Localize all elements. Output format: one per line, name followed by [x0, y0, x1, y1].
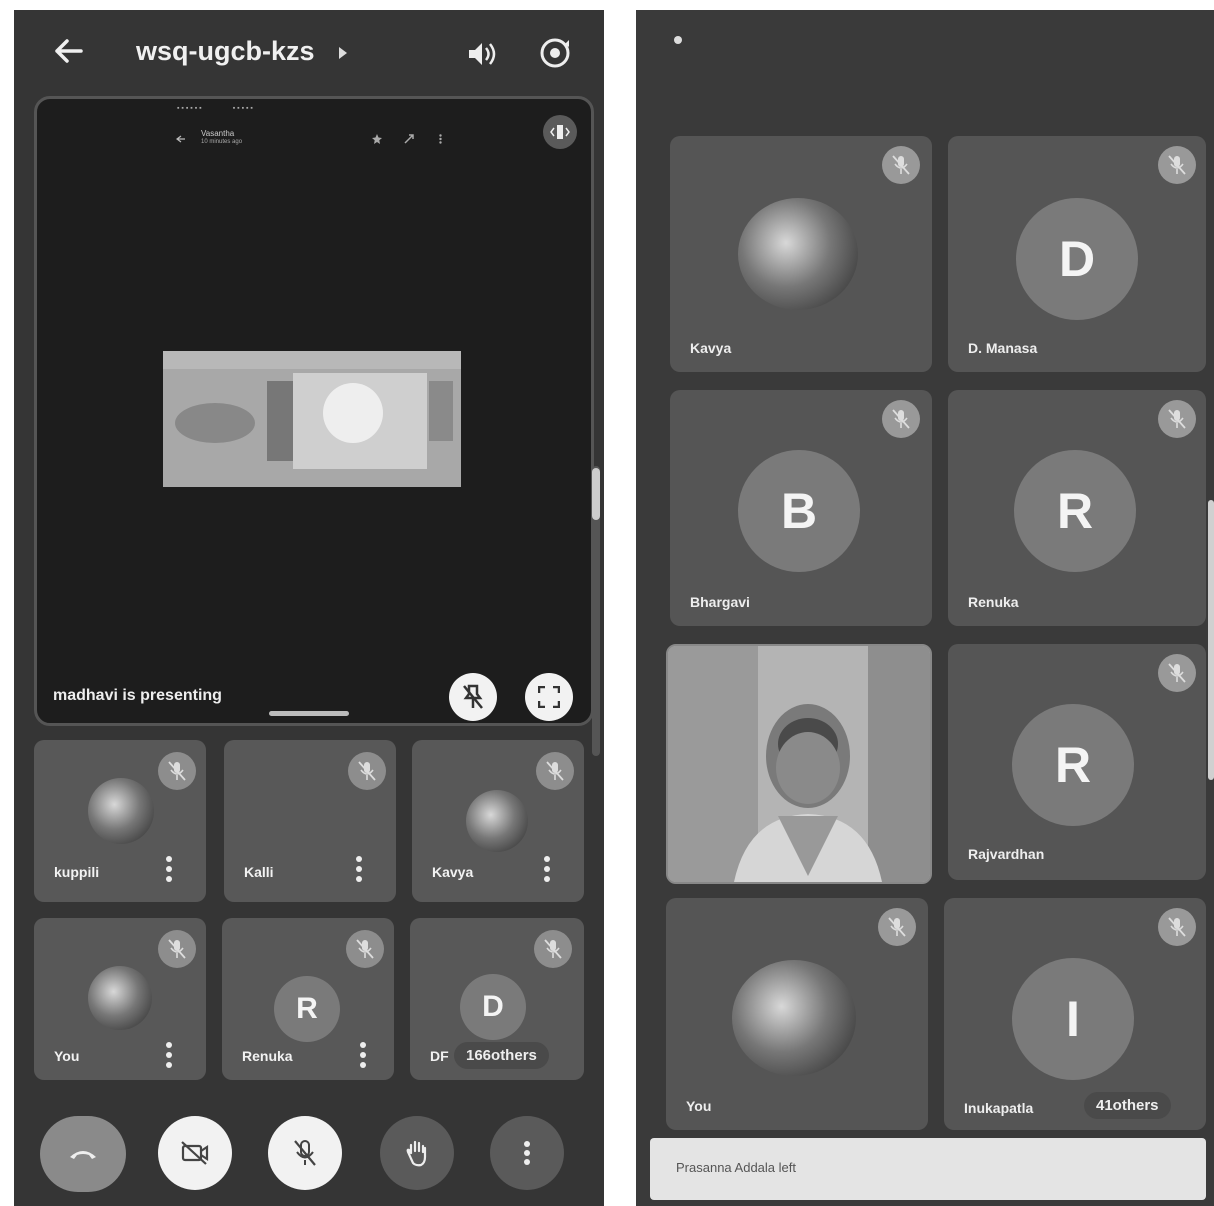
others-count-badge[interactable]: 166others [454, 1042, 549, 1069]
participant-name: kuppili [54, 864, 100, 880]
presentation-view[interactable]: ▪ ▪ ▪ ▪ ▪ ▪ ▪ ▪ ▪ ▪ ▪ Vasantha 10 minute… [34, 96, 594, 726]
participant-tile[interactable]: kuppili [34, 740, 206, 902]
scrollbar-thumb[interactable] [592, 468, 600, 520]
presenting-label: madhavi is presenting [53, 687, 222, 704]
mini-title: Vasantha [201, 129, 235, 138]
shared-content-image [163, 351, 461, 487]
more-vert-icon [524, 1141, 530, 1165]
mic-off-icon [534, 930, 572, 968]
participant-name: D. Manasa [968, 340, 1038, 356]
participant-tile[interactable]: I Inukapatla 41others [944, 898, 1206, 1130]
self-video-tile[interactable] [666, 644, 932, 884]
camera-off-icon [181, 1141, 209, 1165]
participant-name: Kavya [690, 340, 732, 356]
avatar [88, 778, 154, 844]
participant-tile[interactable]: D DF 166others [410, 918, 584, 1080]
mini-subtitle: 10 minutes ago [201, 139, 243, 145]
avatar: D [1016, 198, 1138, 320]
self-video-feed [668, 646, 930, 882]
camera-toggle-button[interactable] [158, 1116, 232, 1190]
meeting-code[interactable]: wsq-ugcb-kzs [136, 36, 315, 67]
mic-off-icon [536, 752, 574, 790]
scrollbar[interactable] [1208, 500, 1214, 780]
others-count-badge[interactable]: 41others [1084, 1092, 1171, 1119]
hand-icon [406, 1140, 427, 1167]
mic-toggle-button[interactable] [268, 1116, 342, 1190]
notification-toast: Prasanna Addala left [650, 1138, 1206, 1200]
mic-off-icon [1158, 400, 1196, 438]
hang-up-button[interactable] [40, 1116, 126, 1192]
chevron-right-icon[interactable] [336, 46, 350, 60]
participant-tile[interactable]: R Renuka [948, 390, 1206, 626]
participant-tile[interactable]: B Bhargavi [670, 390, 932, 626]
more-options-icon[interactable] [166, 856, 172, 882]
participant-tile[interactable]: R Rajvardhan [948, 644, 1206, 880]
participant-name: Kalli [244, 864, 274, 880]
drag-handle[interactable] [269, 711, 349, 716]
mic-off-icon [878, 908, 916, 946]
back-arrow-icon[interactable] [54, 36, 84, 66]
toast-message: Prasanna Addala left [676, 1160, 796, 1175]
more-options-icon[interactable] [356, 856, 362, 882]
fullscreen-icon [538, 686, 560, 708]
camera-dot [674, 36, 682, 44]
participant-name: You [686, 1098, 712, 1114]
participant-name: Bhargavi [690, 594, 750, 610]
participant-name: Kavya [432, 864, 474, 880]
mic-off-icon [346, 930, 384, 968]
avatar [466, 790, 528, 852]
participant-tile[interactable]: D D. Manasa [948, 136, 1206, 372]
participant-name: Renuka [968, 594, 1019, 610]
mini-star-icon [371, 133, 383, 145]
participant-name: DF [430, 1048, 449, 1064]
participant-tile[interactable]: Kavya [412, 740, 584, 902]
mic-off-icon [294, 1140, 316, 1166]
more-options-button[interactable] [490, 1116, 564, 1190]
participant-name: You [54, 1048, 80, 1064]
avatar: I [1012, 958, 1134, 1080]
avatar [738, 198, 858, 310]
fullscreen-button[interactable] [525, 673, 573, 721]
mic-off-icon [1158, 146, 1196, 184]
pin-off-icon [463, 684, 483, 709]
mic-off-icon [882, 400, 920, 438]
meeting-screen-left: wsq-ugcb-kzs ▪ ▪ ▪ ▪ ▪ ▪ ▪ ▪ ▪ ▪ ▪ Vasan… [14, 10, 604, 1206]
meeting-screen-right: Kavya D D. Manasa B Bhargavi R Renuka R … [636, 10, 1214, 1206]
raise-hand-button[interactable] [380, 1116, 454, 1190]
avatar: R [1014, 450, 1136, 572]
avatar [732, 960, 856, 1076]
mic-off-icon [158, 752, 196, 790]
pin-off-button[interactable] [449, 673, 497, 721]
mic-off-icon [1158, 654, 1196, 692]
avatar: B [738, 450, 860, 572]
more-options-icon[interactable] [360, 1042, 366, 1068]
speaker-icon[interactable] [464, 36, 500, 72]
mic-off-icon [158, 930, 196, 968]
participant-name: Rajvardhan [968, 846, 1045, 862]
mini-back-icon [175, 133, 187, 145]
avatar [88, 966, 152, 1030]
avatar: R [274, 976, 340, 1042]
participant-tile[interactable]: Kavya [670, 136, 932, 372]
layout-toggle-icon[interactable] [543, 115, 577, 149]
mini-status-bar: ▪ ▪ ▪ ▪ ▪ ▪ ▪ ▪ ▪ ▪ ▪ [177, 105, 253, 112]
switch-camera-icon[interactable] [536, 34, 574, 72]
mini-share-icon [403, 133, 415, 145]
participant-name: Inukapatla [964, 1100, 1034, 1116]
more-options-icon[interactable] [166, 1042, 172, 1068]
mic-off-icon [348, 752, 386, 790]
mini-more-icon [437, 133, 443, 145]
participant-tile[interactable]: You [34, 918, 206, 1080]
participant-tile[interactable]: You [666, 898, 928, 1130]
phone-hangup-icon [70, 1151, 96, 1159]
more-options-icon[interactable] [544, 856, 550, 882]
avatar: R [1012, 704, 1134, 826]
participant-tile[interactable]: Kalli [224, 740, 396, 902]
avatar: D [460, 974, 526, 1040]
participant-name: Renuka [242, 1048, 293, 1064]
mic-off-icon [1158, 908, 1196, 946]
participant-tile[interactable]: R Renuka [222, 918, 394, 1080]
mic-off-icon [882, 146, 920, 184]
